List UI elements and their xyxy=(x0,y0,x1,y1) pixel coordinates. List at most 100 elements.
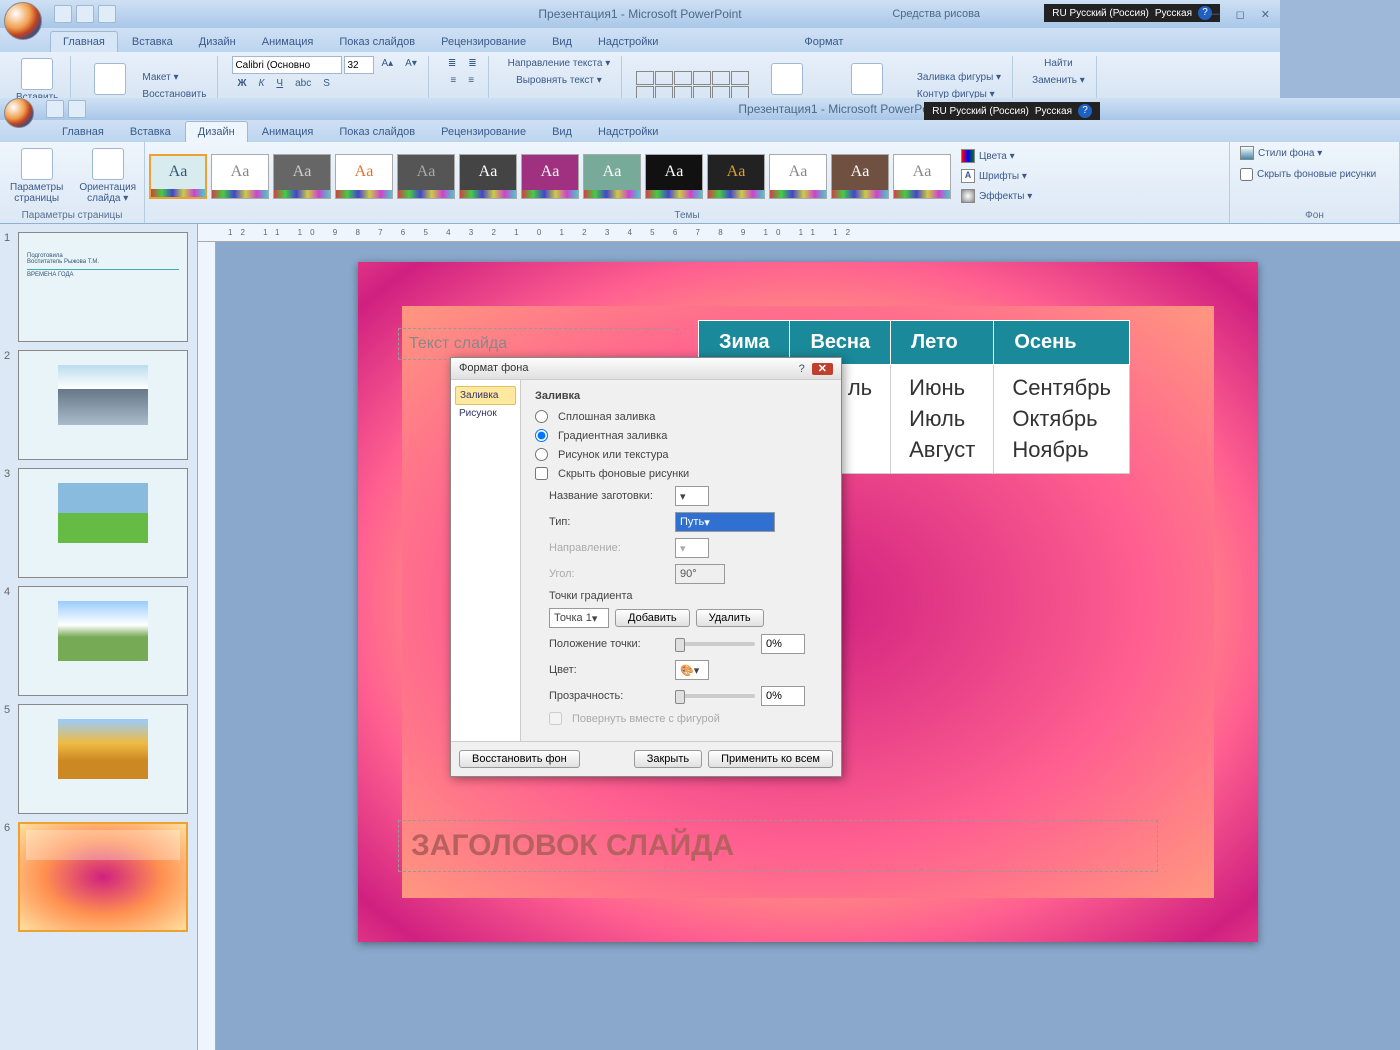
theme-thumb[interactable]: Aa xyxy=(397,154,455,199)
tab-animation[interactable]: Анимация xyxy=(250,32,326,52)
add-stop-button[interactable]: Добавить xyxy=(615,609,690,627)
underline-button[interactable]: Ч xyxy=(271,76,288,91)
qat-save-inner[interactable] xyxy=(46,100,64,118)
theme-thumb[interactable]: Aa xyxy=(645,154,703,199)
type-combo[interactable]: Путь ▾ xyxy=(675,512,775,532)
office-button[interactable] xyxy=(4,2,42,40)
tab2-review[interactable]: Рецензирование xyxy=(429,122,538,142)
shrink-font-icon[interactable]: A▾ xyxy=(400,56,422,74)
position-slider[interactable] xyxy=(675,642,755,646)
tab2-insert[interactable]: Вставка xyxy=(118,122,183,142)
tab2-design[interactable]: Дизайн xyxy=(185,121,248,142)
check-hide-bg[interactable] xyxy=(535,467,548,480)
subtitle-placeholder[interactable]: Текст слайда xyxy=(398,328,678,360)
text-direction-button[interactable]: Направление текста ▾ xyxy=(503,56,616,71)
theme-thumb[interactable]: Aa xyxy=(149,154,207,199)
radio-solid[interactable] xyxy=(535,410,548,423)
theme-thumb[interactable]: Aa xyxy=(211,154,269,199)
radio-picture[interactable] xyxy=(535,448,548,461)
replace-button[interactable]: Заменить ▾ xyxy=(1027,73,1090,88)
theme-thumb[interactable]: Aa xyxy=(521,154,579,199)
tab2-home[interactable]: Главная xyxy=(50,122,116,142)
strike-button[interactable]: abc xyxy=(290,76,316,91)
slide-thumb-3[interactable] xyxy=(18,468,188,578)
page-setup-button[interactable]: Параметры страницы xyxy=(4,146,69,206)
td-autumn[interactable]: СентябрьОктябрьНоябрь xyxy=(994,365,1130,474)
tab-home[interactable]: Главная xyxy=(50,31,118,52)
close-button-dialog[interactable]: Закрыть xyxy=(634,750,702,768)
tab2-view[interactable]: Вид xyxy=(540,122,584,142)
position-input[interactable] xyxy=(761,634,805,654)
effects-button[interactable]: Эффекты ▾ xyxy=(955,187,1038,205)
remove-stop-button[interactable]: Удалить xyxy=(696,609,764,627)
close-button[interactable]: ✕ xyxy=(1255,8,1276,21)
shape-fill-button[interactable]: Заливка фигуры ▾ xyxy=(912,70,1006,85)
theme-thumb[interactable]: Aa xyxy=(831,154,889,199)
hide-bg-checkbox[interactable]: Скрыть фоновые рисунки xyxy=(1234,166,1382,183)
fonts-button[interactable]: AШрифты ▾ xyxy=(955,167,1038,185)
bg-styles-button[interactable]: Стили фона ▾ xyxy=(1234,144,1328,162)
dialog-close-button[interactable]: ✕ xyxy=(812,363,833,375)
colors-button[interactable]: Цвета ▾ xyxy=(955,147,1038,165)
radio-gradient[interactable] xyxy=(535,429,548,442)
numbering-icon[interactable]: ≣ xyxy=(463,56,481,71)
tab2-slideshow[interactable]: Показ слайдов xyxy=(327,122,427,142)
shadow-button[interactable]: S xyxy=(318,76,335,91)
dialog-titlebar[interactable]: Формат фона ? ✕ xyxy=(451,358,841,380)
tab-insert[interactable]: Вставка xyxy=(120,32,185,52)
qat-save-icon[interactable] xyxy=(54,5,72,23)
qat-redo-icon[interactable] xyxy=(98,5,116,23)
nav-picture[interactable]: Рисунок xyxy=(455,405,516,422)
orientation-button[interactable]: Ориентация слайда ▾ xyxy=(73,146,142,206)
qat-undo-inner[interactable] xyxy=(68,100,86,118)
font-name-combo[interactable] xyxy=(232,56,342,74)
nav-fill[interactable]: Заливка xyxy=(455,386,516,405)
th-summer[interactable]: Лето xyxy=(891,321,994,365)
qat-undo-icon[interactable] xyxy=(76,5,94,23)
slide-thumb-6[interactable] xyxy=(18,822,188,932)
tab-slideshow[interactable]: Показ слайдов xyxy=(327,32,427,52)
tab-format[interactable]: Формат xyxy=(792,32,855,52)
theme-thumb[interactable]: Aa xyxy=(707,154,765,199)
transparency-slider[interactable] xyxy=(675,694,755,698)
preset-combo[interactable]: ▾ xyxy=(675,486,709,506)
office-button-inner[interactable] xyxy=(4,98,34,128)
reset-bg-button[interactable]: Восстановить фон xyxy=(459,750,580,768)
transparency-input[interactable] xyxy=(761,686,805,706)
minimize-button[interactable]: — xyxy=(1203,8,1226,21)
slide-thumb-1[interactable]: ПодготовилаВоспитатель Рыжова Т.М.ВРЕМЕН… xyxy=(18,232,188,342)
tab2-animation[interactable]: Анимация xyxy=(250,122,326,142)
tab-review[interactable]: Рецензирование xyxy=(429,32,538,52)
bullets-icon[interactable]: ≣ xyxy=(443,56,461,71)
slide-thumb-5[interactable] xyxy=(18,704,188,814)
slides-panel[interactable]: Слайды Структура 1ПодготовилаВоспитатель… xyxy=(0,224,198,1050)
apply-all-button[interactable]: Применить ко всем xyxy=(708,750,833,768)
theme-thumb[interactable]: Aa xyxy=(459,154,517,199)
theme-thumb[interactable]: Aa xyxy=(583,154,641,199)
stop-combo[interactable]: Точка 1 ▾ xyxy=(549,608,609,628)
bold-button[interactable]: Ж xyxy=(232,76,251,91)
tab2-addins[interactable]: Надстройки xyxy=(586,122,670,142)
font-size-combo[interactable] xyxy=(344,56,374,74)
italic-button[interactable]: К xyxy=(254,76,270,91)
grow-font-icon[interactable]: A▴ xyxy=(376,56,398,74)
tab-design[interactable]: Дизайн xyxy=(187,32,248,52)
dialog-help-icon[interactable]: ? xyxy=(795,363,809,375)
language-bar-inner[interactable]: RU Русский (Россия) Русская ? xyxy=(924,102,1100,120)
align-left-icon[interactable]: ≡ xyxy=(445,73,461,88)
align-text-button[interactable]: Выровнять текст ▾ xyxy=(511,73,607,88)
align-center-icon[interactable]: ≡ xyxy=(463,73,479,88)
th-autumn[interactable]: Осень xyxy=(994,321,1130,365)
theme-thumb[interactable]: Aa xyxy=(273,154,331,199)
tab-view[interactable]: Вид xyxy=(540,32,584,52)
tab-addins[interactable]: Надстройки xyxy=(586,32,670,52)
language-bar[interactable]: RU Русский (Россия) Русская ? xyxy=(1044,4,1220,22)
shapes-gallery[interactable] xyxy=(636,71,749,100)
maximize-button[interactable]: ◻ xyxy=(1230,8,1251,21)
lang-help-icon-inner[interactable]: ? xyxy=(1078,104,1092,118)
slide-thumb-4[interactable] xyxy=(18,586,188,696)
theme-thumb[interactable]: Aa xyxy=(335,154,393,199)
slide-thumb-2[interactable] xyxy=(18,350,188,460)
theme-thumb[interactable]: Aa xyxy=(893,154,951,199)
color-combo[interactable]: 🎨▾ xyxy=(675,660,709,680)
